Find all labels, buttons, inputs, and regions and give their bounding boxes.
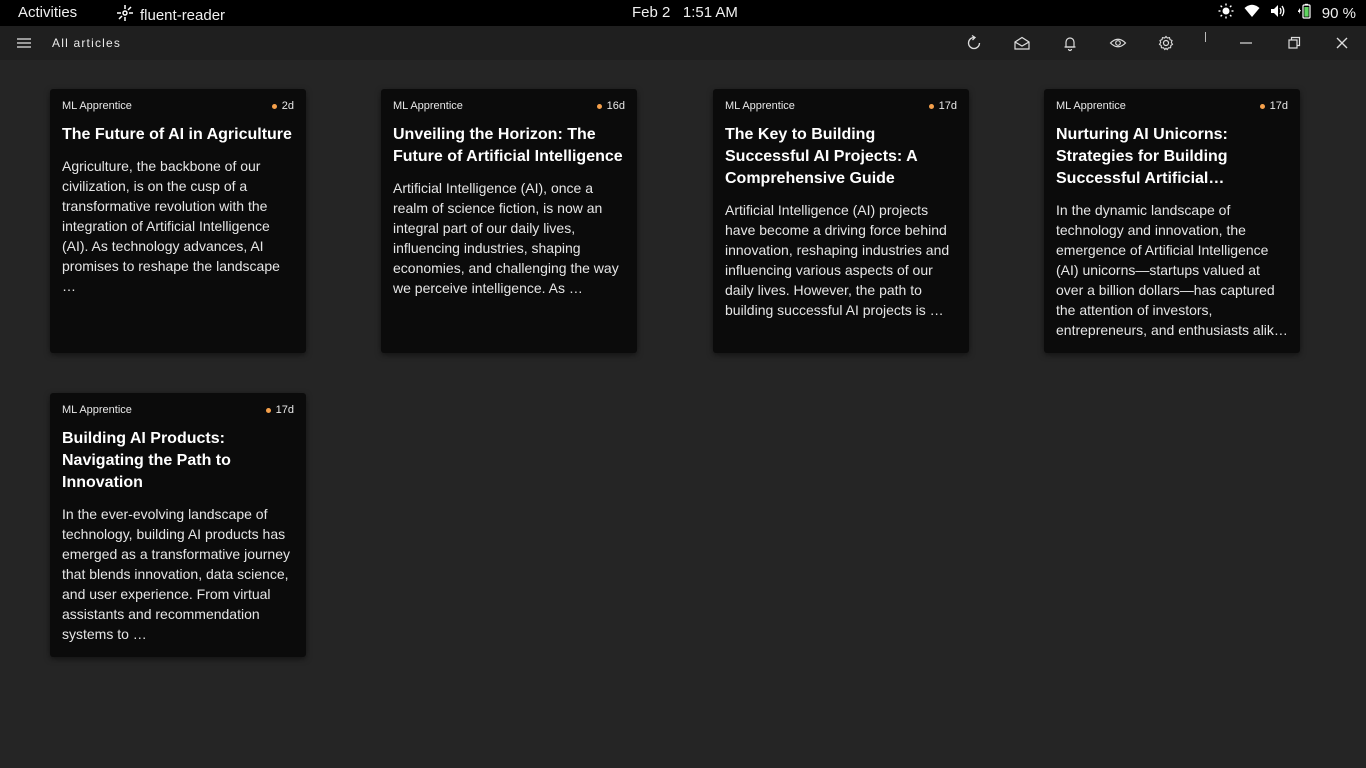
mark-all-read-icon[interactable] bbox=[1013, 34, 1031, 52]
unread-dot-icon bbox=[928, 103, 934, 109]
card-title: Unveiling the Horizon: The Future of Art… bbox=[393, 126, 623, 165]
card-meta: ML Apprentice 17d bbox=[1056, 100, 1288, 112]
card-age-text: 17d bbox=[275, 404, 294, 416]
hamburger-menu-icon[interactable] bbox=[14, 35, 34, 51]
card-age: 16d bbox=[596, 100, 625, 112]
article-card[interactable]: ML Apprentice 2d The Future of AI in Agr… bbox=[50, 89, 306, 353]
card-age: 17d bbox=[265, 404, 294, 416]
card-snippet: Artificial Intelligence (AI), once a rea… bbox=[393, 180, 619, 296]
card-meta: ML Apprentice 17d bbox=[725, 100, 957, 112]
close-icon[interactable] bbox=[1333, 34, 1351, 52]
fluent-reader-app-icon bbox=[116, 4, 134, 26]
card-age: 2d bbox=[271, 100, 294, 112]
battery-percentage: 90 % bbox=[1321, 4, 1356, 22]
card-title: The Future of AI in Agriculture bbox=[62, 126, 292, 143]
card-source: ML Apprentice bbox=[1056, 100, 1126, 112]
article-card[interactable]: ML Apprentice 17d Building AI Products: … bbox=[50, 393, 306, 657]
card-age: 17d bbox=[1259, 100, 1288, 112]
refresh-icon[interactable] bbox=[965, 34, 983, 52]
card-snippet: In the ever-evolving landscape of techno… bbox=[62, 506, 290, 642]
card-title: Nurturing AI Unicorns: Strategies for Bu… bbox=[1056, 126, 1228, 187]
toolbar bbox=[0, 26, 1366, 60]
clock-time: 1:51 AM bbox=[682, 4, 738, 21]
card-source: ML Apprentice bbox=[393, 100, 463, 112]
card-snippet: Artificial Intelligence (AI) projects ha… bbox=[725, 202, 950, 318]
system-top-bar: Activities fluent-reader Feb 2 1:51 AM 9… bbox=[0, 0, 1366, 26]
page-title: All articles bbox=[52, 36, 122, 50]
unread-dot-icon bbox=[265, 407, 271, 413]
card-title: The Key to Building Successful AI Projec… bbox=[725, 126, 918, 187]
app-menu[interactable]: fluent-reader bbox=[116, 4, 225, 26]
card-snippet: In the dynamic landscape of technology a… bbox=[1056, 202, 1288, 338]
card-age-text: 16d bbox=[606, 100, 625, 112]
article-card[interactable]: ML Apprentice 17d Nurturing AI Unicorns:… bbox=[1044, 89, 1300, 353]
card-age-text: 17d bbox=[1269, 100, 1288, 112]
card-source: ML Apprentice bbox=[62, 100, 132, 112]
card-meta: ML Apprentice 2d bbox=[62, 100, 294, 112]
battery-icon bbox=[1296, 3, 1312, 23]
card-snippet: Agriculture, the backbone of our civiliz… bbox=[62, 158, 280, 294]
clock-date: Feb 2 bbox=[632, 4, 671, 21]
unread-dot-icon bbox=[271, 103, 277, 109]
card-age-text: 2d bbox=[281, 100, 294, 112]
card-source: ML Apprentice bbox=[62, 404, 132, 416]
restore-icon[interactable] bbox=[1285, 34, 1303, 52]
brightness-icon bbox=[1218, 3, 1234, 23]
unread-dot-icon bbox=[1259, 103, 1265, 109]
clock[interactable]: Feb 2 1:51 AM bbox=[632, 4, 738, 21]
notifications-icon[interactable] bbox=[1061, 34, 1079, 52]
minimize-icon[interactable] bbox=[1237, 34, 1255, 52]
volume-icon bbox=[1270, 3, 1286, 23]
app-title-bar: All articles bbox=[0, 26, 1366, 60]
toolbar-divider bbox=[1205, 32, 1206, 42]
wifi-icon bbox=[1244, 3, 1260, 23]
view-icon[interactable] bbox=[1109, 34, 1127, 52]
card-age: 17d bbox=[928, 100, 957, 112]
card-meta: ML Apprentice 16d bbox=[393, 100, 625, 112]
card-source: ML Apprentice bbox=[725, 100, 795, 112]
article-card[interactable]: ML Apprentice 17d The Key to Building Su… bbox=[713, 89, 969, 353]
article-card[interactable]: ML Apprentice 16d Unveiling the Horizon:… bbox=[381, 89, 637, 353]
unread-dot-icon bbox=[596, 103, 602, 109]
app-name: fluent-reader bbox=[140, 6, 226, 24]
settings-icon[interactable] bbox=[1157, 34, 1175, 52]
activities-button[interactable]: Activities bbox=[18, 4, 77, 21]
card-title: Building AI Products: Navigating the Pat… bbox=[62, 430, 231, 491]
system-tray[interactable]: 90 % bbox=[1218, 3, 1356, 23]
card-meta: ML Apprentice 17d bbox=[62, 404, 294, 416]
card-age-text: 17d bbox=[938, 100, 957, 112]
